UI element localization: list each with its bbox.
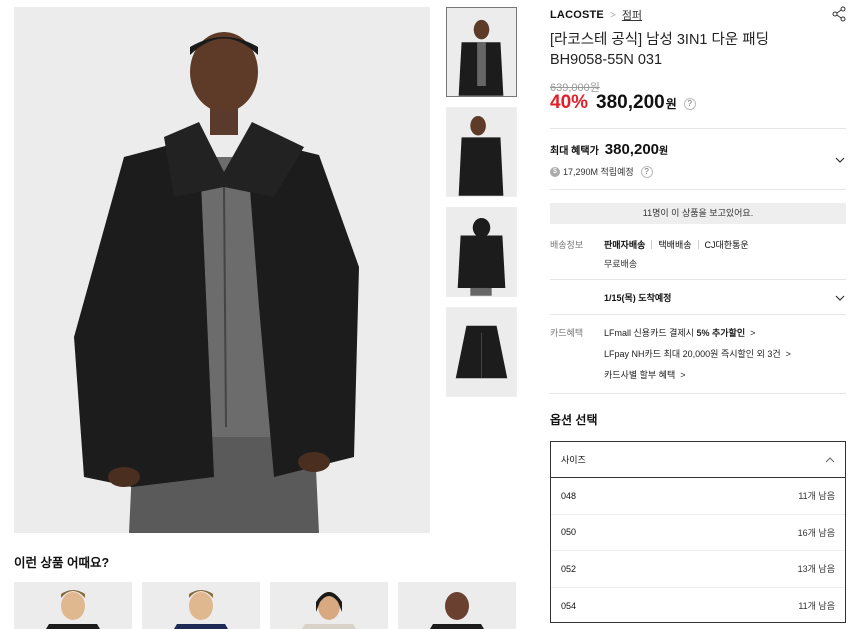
main-product-image[interactable] bbox=[14, 7, 430, 533]
points-text: 17,290M 적립예정 bbox=[563, 167, 634, 177]
thumbnail-back[interactable] bbox=[446, 207, 517, 297]
divider bbox=[550, 279, 846, 280]
size-option[interactable]: 054 11개 남음 bbox=[551, 588, 845, 625]
size-value: 052 bbox=[561, 563, 577, 574]
size-stock: 13개 남음 bbox=[797, 564, 835, 575]
recommend-item[interactable] bbox=[270, 582, 388, 629]
shipping-options: 판매자배송 택배배송 CJ대한통운 bbox=[604, 238, 749, 251]
max-benefit-price: 380,200 bbox=[604, 141, 660, 158]
chevron-right-icon: > bbox=[750, 328, 756, 338]
divider bbox=[550, 189, 846, 190]
price-help-icon[interactable]: ? bbox=[683, 97, 696, 110]
card-benefit-text: LFpay NH카드 최대 20,000원 즉시할인 외 3건 bbox=[604, 349, 781, 359]
breadcrumb: LACOSTE > 점퍼 bbox=[550, 7, 642, 23]
arrival-date[interactable]: 1/15(목) 도착예정 bbox=[604, 291, 671, 304]
card-benefit-1[interactable]: LFmall 신용카드 결제시 5% 추가할인 > bbox=[604, 326, 755, 339]
option-title: 옵션 선택 bbox=[550, 413, 598, 427]
thumbnail-list bbox=[446, 7, 517, 407]
chevron-down-icon[interactable] bbox=[835, 293, 845, 303]
product-title: [라코스테 공식] 남성 3IN1 다운 패딩 BH9058-55N 031 bbox=[550, 32, 769, 68]
free-shipping: 무료배송 bbox=[604, 259, 638, 269]
thumbnail-side[interactable] bbox=[446, 107, 517, 197]
separator bbox=[697, 240, 699, 249]
recommend-item[interactable] bbox=[398, 582, 516, 629]
recommend-item[interactable] bbox=[142, 582, 260, 629]
chevron-right-icon: > bbox=[785, 349, 791, 359]
max-benefit-label: 최대 혜택가 bbox=[550, 146, 599, 157]
recommend-list bbox=[14, 582, 516, 629]
size-stock: 16개 남음 bbox=[797, 527, 835, 538]
category-link[interactable]: 점퍼 bbox=[622, 7, 642, 23]
sale-price: 380,200 bbox=[596, 92, 665, 113]
breadcrumb-separator-icon: > bbox=[609, 9, 616, 21]
recommend-title: 이런 상품 어때요? bbox=[14, 556, 110, 570]
share-icon[interactable] bbox=[832, 6, 846, 22]
size-option[interactable]: 052 13개 남음 bbox=[551, 551, 845, 588]
size-stock: 11개 남음 bbox=[798, 491, 835, 502]
coin-icon: $ bbox=[550, 166, 560, 177]
shipping-option: CJ대한통운 bbox=[704, 240, 749, 250]
card-benefit-3[interactable]: 카드사별 할부 혜택 > bbox=[604, 368, 686, 381]
max-benefit-currency: 원 bbox=[659, 146, 669, 157]
card-benefit-2[interactable]: LFpay NH카드 최대 20,000원 즉시할인 외 3건 > bbox=[604, 347, 791, 360]
points-row: $ 17,290M 적립예정 ? bbox=[550, 165, 653, 178]
shipping-label: 배송정보 bbox=[550, 240, 584, 250]
price-currency: 원 bbox=[665, 97, 677, 111]
shipping-option: 판매자배송 bbox=[604, 240, 646, 250]
size-select-header[interactable]: 사이즈 bbox=[551, 442, 845, 478]
brand-link[interactable]: LACOSTE bbox=[550, 9, 604, 21]
divider bbox=[550, 314, 846, 315]
divider bbox=[550, 128, 846, 129]
recommend-item[interactable] bbox=[14, 582, 132, 629]
points-help-icon[interactable]: ? bbox=[640, 165, 653, 178]
max-benefit-row[interactable]: 최대 혜택가 380,200 원 bbox=[550, 141, 668, 158]
price-row: 40% 380,200 원 ? bbox=[550, 92, 696, 114]
size-select: 사이즈 048 11개 남음 050 16개 남음 052 13개 남음 054… bbox=[550, 441, 846, 623]
chevron-down-icon[interactable] bbox=[835, 155, 845, 165]
thumbnail-flat[interactable] bbox=[446, 307, 517, 397]
size-select-label: 사이즈 bbox=[561, 455, 586, 465]
thumbnail-front[interactable] bbox=[446, 7, 517, 97]
card-benefit-highlight: 5% 추가할인 bbox=[696, 328, 746, 338]
viewers-banner: 11명이 이 상품을 보고있어요. bbox=[550, 203, 846, 224]
divider bbox=[550, 393, 846, 394]
size-value: 054 bbox=[561, 600, 577, 611]
shipping-option: 택배배송 bbox=[658, 240, 692, 250]
separator bbox=[651, 240, 653, 249]
size-option[interactable]: 048 11개 남음 bbox=[551, 478, 845, 515]
card-benefit-text: LFmall 신용카드 결제시 bbox=[604, 328, 697, 338]
size-value: 050 bbox=[561, 527, 577, 538]
card-benefit-text: 카드사별 할부 혜택 bbox=[604, 370, 676, 380]
size-value: 048 bbox=[561, 490, 577, 501]
chevron-up-icon bbox=[825, 456, 835, 462]
card-benefit-label: 카드혜택 bbox=[550, 328, 584, 338]
size-option[interactable]: 050 16개 남음 bbox=[551, 515, 845, 551]
chevron-right-icon: > bbox=[680, 370, 686, 380]
discount-rate: 40% bbox=[550, 92, 589, 113]
size-stock: 11개 남음 bbox=[798, 601, 835, 612]
